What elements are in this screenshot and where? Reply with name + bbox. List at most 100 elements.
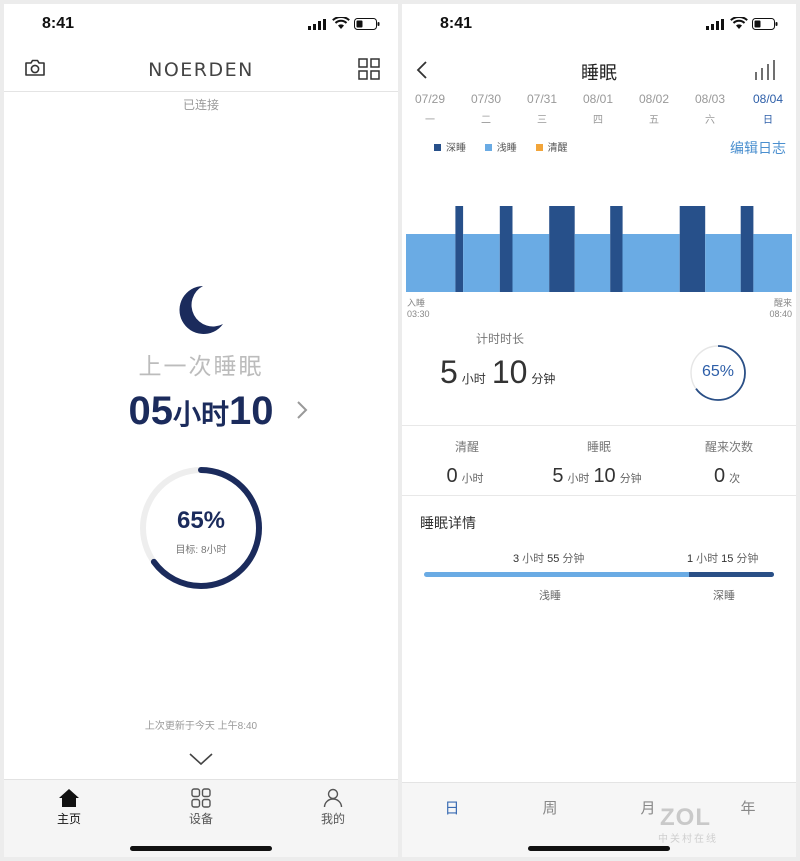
- deep-sleep-bar: [549, 206, 575, 292]
- deep-sleep-segment: [689, 572, 774, 577]
- light-sleep-bar: [406, 234, 456, 292]
- ring-percent: 65%: [701, 363, 735, 380]
- legend-item: 清醒: [535, 143, 568, 154]
- deep-sleep-duration: 1 小时 15 分钟: [687, 550, 761, 566]
- timer-hours: 5: [440, 354, 458, 390]
- deep-sleep-bar: [499, 206, 513, 292]
- legend-item: 浅睡: [484, 143, 517, 154]
- date-text: 07/31: [526, 92, 558, 106]
- light-sleep-bar: [512, 234, 550, 292]
- edit-log-link[interactable]: 编辑日志: [730, 138, 786, 158]
- date-text: 07/30: [470, 92, 502, 106]
- deep-sleep-bar: [679, 206, 706, 292]
- light-sleep-duration: 3 小时 55 分钟: [513, 550, 587, 566]
- legend-item: 深睡: [434, 143, 466, 154]
- last-sleep-label: 上一次睡眠: [138, 353, 264, 379]
- tab-week[interactable]: 周: [520, 797, 580, 818]
- divider: [402, 425, 796, 426]
- sleep-end-label: 醒来 08:40: [769, 298, 792, 320]
- sleep-end-time: 08:40: [769, 309, 792, 319]
- date-text: 08/03: [694, 92, 726, 106]
- tab-home-label: 主页: [56, 812, 81, 826]
- home-indicator: [528, 846, 670, 851]
- stat-sleep: 睡眠 5 小时 10 分钟: [534, 438, 664, 488]
- date-text: 08/02: [638, 92, 670, 106]
- wifi-icon: [730, 17, 748, 29]
- legend-swatch: [434, 144, 441, 151]
- tab-home[interactable]: 主页: [29, 788, 109, 827]
- stat-unit: 小时: [567, 473, 590, 485]
- hour-unit: 小时: [522, 553, 545, 565]
- stat-unit: 次: [729, 473, 741, 485]
- brand-logo: NOERDEN: [148, 59, 254, 81]
- divider: [402, 495, 796, 496]
- sleep-goal-ring: 65% 目标: 8小时: [138, 465, 264, 591]
- stat-value: 5 小时 10 分钟: [534, 465, 664, 488]
- date-item[interactable]: 07/30 二: [464, 92, 508, 126]
- wifi-icon: [332, 17, 350, 29]
- date-item[interactable]: 08/03 六: [688, 92, 732, 126]
- stat-unit: 小时: [461, 473, 484, 485]
- date-text: 08/01: [582, 92, 614, 106]
- home-icon: [59, 789, 79, 807]
- deep-sleep-bar: [455, 206, 464, 292]
- weekday-text: 二: [481, 115, 491, 126]
- tab-profile-label: 我的: [320, 812, 345, 826]
- minute-unit: 分钟: [736, 553, 759, 565]
- home-indicator: [130, 846, 272, 851]
- tab-devices[interactable]: 设备: [161, 788, 241, 827]
- page-title: 睡眠: [581, 63, 617, 83]
- legend-swatch: [484, 144, 492, 151]
- stat-awake: 清醒 0 小时: [402, 438, 532, 488]
- sleep-detail-title: 睡眠详情: [420, 515, 476, 531]
- date-item-selected[interactable]: 08/04 日: [746, 92, 790, 126]
- light-sleep-bar: [463, 234, 500, 292]
- sleep-start-label: 入睡 03:30: [407, 298, 430, 320]
- cellular-signal-icon: [706, 19, 724, 30]
- profile-icon: [323, 788, 343, 808]
- light-sleep-bar: [622, 234, 680, 292]
- stat-number: 0: [446, 465, 458, 487]
- stat-number: 0: [713, 465, 726, 487]
- watermark-logo: ZOL: [660, 804, 711, 831]
- duration-hours-unit: 小时: [172, 399, 229, 430]
- tab-year[interactable]: 年: [718, 797, 778, 818]
- period-tab-bar: 日 周 月 年: [402, 782, 796, 857]
- chevron-down-icon[interactable]: [188, 752, 214, 766]
- stat-number: 10: [593, 465, 616, 487]
- tab-profile[interactable]: 我的: [293, 788, 373, 827]
- cellular-signal-icon: [308, 19, 326, 30]
- bottom-tab-bar: 主页 设备 我的: [4, 779, 398, 857]
- sleep-end-text: 醒来: [773, 298, 792, 308]
- moon-icon: [179, 286, 223, 334]
- legend-label: 深睡: [446, 143, 466, 154]
- deep-sleep-bar: [740, 206, 754, 292]
- timer-minutes-unit: 分钟: [531, 372, 556, 386]
- deep-sleep-label: 深睡: [713, 590, 735, 602]
- minute-unit: 分钟: [562, 553, 585, 565]
- chart-legend: 深睡 浅睡 清醒: [434, 139, 584, 154]
- sleep-start-time: 03:30: [407, 309, 430, 319]
- grid-menu-icon[interactable]: [358, 58, 380, 80]
- battery-icon: [354, 18, 380, 30]
- bar-chart-icon[interactable]: [754, 59, 778, 81]
- timer-minutes: 10: [491, 354, 528, 390]
- ring-percent: 65%: [176, 507, 226, 534]
- timer-value: 5 小时 10 分钟: [440, 354, 561, 391]
- top-nav-bar: 睡眠: [402, 48, 796, 92]
- sleep-screen: 8:41 睡眠 07/29 一 07/30 二 07/31 三 08/01 四 08/0…: [402, 4, 796, 857]
- tab-day[interactable]: 日: [422, 797, 482, 818]
- stat-label: 睡眠: [586, 440, 611, 454]
- weekday-text: 一: [425, 115, 435, 126]
- date-item[interactable]: 08/02 五: [632, 92, 676, 126]
- date-item[interactable]: 07/29 一: [408, 92, 452, 126]
- deep-hours: 1: [687, 553, 694, 565]
- stat-unit: 分钟: [619, 473, 642, 485]
- home-screen: 8:41 NOERDEN 已连接 上一次睡眠 05小时10 65% 目标: 8小…: [4, 4, 398, 857]
- chevron-right-icon[interactable]: [296, 400, 308, 420]
- sleep-duration[interactable]: 05小时10: [4, 389, 398, 434]
- duration-hours: 05: [128, 389, 173, 433]
- status-bar: 8:41: [402, 4, 796, 48]
- date-item[interactable]: 07/31 三: [520, 92, 564, 126]
- date-item[interactable]: 08/01 四: [576, 92, 620, 126]
